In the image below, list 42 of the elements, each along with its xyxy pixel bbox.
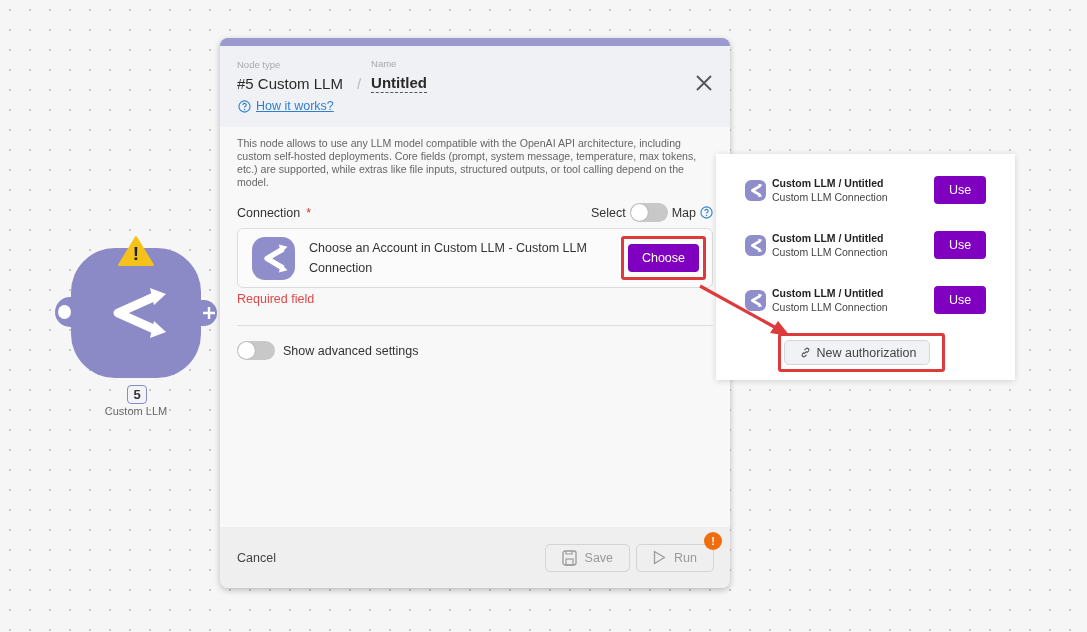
module-node[interactable] xyxy=(71,248,201,378)
field-caption: Node type xyxy=(237,59,282,70)
help-icon xyxy=(700,206,713,219)
how-it-works-link[interactable]: How it works? xyxy=(256,99,334,113)
account-title: Custom LLM / Untitled xyxy=(772,287,885,299)
required-mark: * xyxy=(306,205,312,220)
use-button[interactable]: Use xyxy=(934,231,986,259)
advanced-switch[interactable] xyxy=(237,341,275,360)
separator-slash: / xyxy=(355,75,363,93)
node-type-title: #5 Custom LLM xyxy=(237,75,343,93)
account-title: Custom LLM / Untitled xyxy=(772,232,885,244)
cancel-button[interactable]: Cancel xyxy=(237,550,276,565)
play-icon xyxy=(653,550,667,565)
node-name[interactable]: Untitled xyxy=(371,74,427,93)
use-button[interactable]: Use xyxy=(934,286,986,314)
input-handle[interactable] xyxy=(55,297,71,327)
close-icon[interactable] xyxy=(696,74,712,91)
alert-badge: ! xyxy=(704,531,722,550)
link-icon xyxy=(800,347,812,358)
description-text: This node allows to use any LLM model compatible with the OpenAI API architecture, including custom self-hosted deployments. Core fields (prompt, system message, temperature, max tokens, etc.) are supported, while extras like file inputs, structured outputs, or tool calling depend on the model. xyxy=(237,137,698,189)
account-select-field[interactable]: Choose an Account in Custom LLM - Custom LLM Connection Choose xyxy=(237,228,713,288)
warning-icon: ! xyxy=(118,236,154,266)
field-caption: Name xyxy=(371,58,398,69)
use-button[interactable]: Use xyxy=(934,176,986,204)
account-subtitle: Custom LLM Connection xyxy=(772,246,889,258)
add-handle[interactable] xyxy=(201,300,217,326)
account-subtitle: Custom LLM Connection xyxy=(772,301,889,313)
advanced-settings-label: Show advanced settings xyxy=(283,343,419,358)
new-authorization-button[interactable]: New authorization xyxy=(784,340,930,365)
account-subtitle: Custom LLM Connection xyxy=(772,191,889,203)
help-icon xyxy=(238,99,251,113)
node-number: 5 xyxy=(127,385,147,404)
mode-switch[interactable] xyxy=(629,203,668,222)
node-label: Custom LLM xyxy=(103,405,169,417)
select-mode-label: Select xyxy=(590,205,626,220)
save-icon xyxy=(561,549,577,566)
choose-button[interactable]: Choose xyxy=(627,244,699,272)
error-text: Required field xyxy=(237,292,315,306)
map-mode-label: Map xyxy=(671,205,696,220)
account-title: Custom LLM / Untitled xyxy=(772,177,885,189)
connection-label: Connection xyxy=(237,205,301,220)
connection-placeholder: Choose an Account in Custom LLM - Custom LLM Connection xyxy=(309,240,588,277)
